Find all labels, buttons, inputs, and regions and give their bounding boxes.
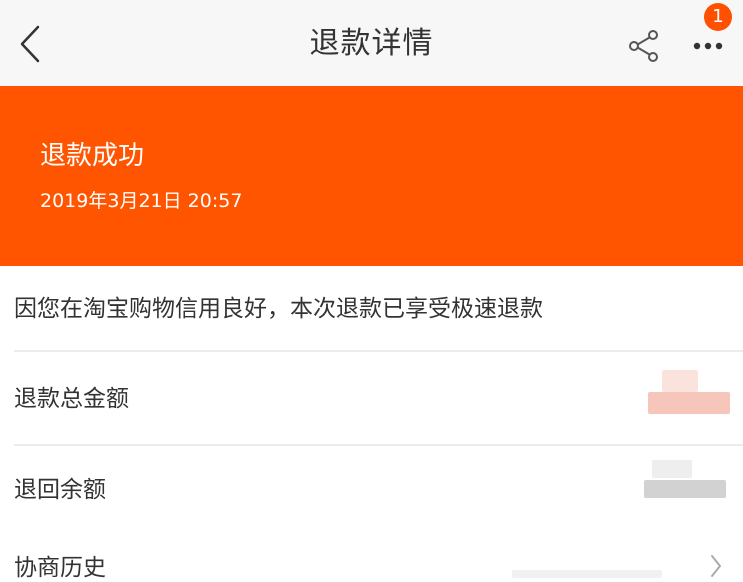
refund-balance-label: 退回余额 [14, 477, 106, 503]
refund-total-row[interactable]: 退款总金额 [0, 352, 743, 446]
share-button[interactable] [622, 26, 666, 66]
share-icon [629, 30, 658, 62]
chevron-right-icon [706, 552, 726, 580]
notification-badge: 1 [704, 3, 732, 31]
fast-refund-notice: 因您在淘宝购物信用良好，本次退款已享受极速退款 [0, 266, 743, 352]
more-dots-icon [693, 42, 723, 50]
fast-refund-notice-text: 因您在淘宝购物信用良好，本次退款已享受极速退款 [14, 296, 543, 322]
refund-status-banner: 退款成功 2019年3月21日 20:57 [0, 86, 743, 266]
refund-total-label: 退款总金额 [14, 386, 129, 412]
nav-bar: 退款详情 1 [0, 0, 743, 86]
refund-status-title: 退款成功 [40, 141, 145, 171]
refund-status-time: 2019年3月21日 20:57 [40, 190, 243, 212]
negotiation-history-row[interactable]: 协商历史 [0, 540, 743, 581]
refund-balance-row[interactable]: 退回余额 [0, 446, 743, 540]
more-button[interactable] [686, 26, 730, 66]
